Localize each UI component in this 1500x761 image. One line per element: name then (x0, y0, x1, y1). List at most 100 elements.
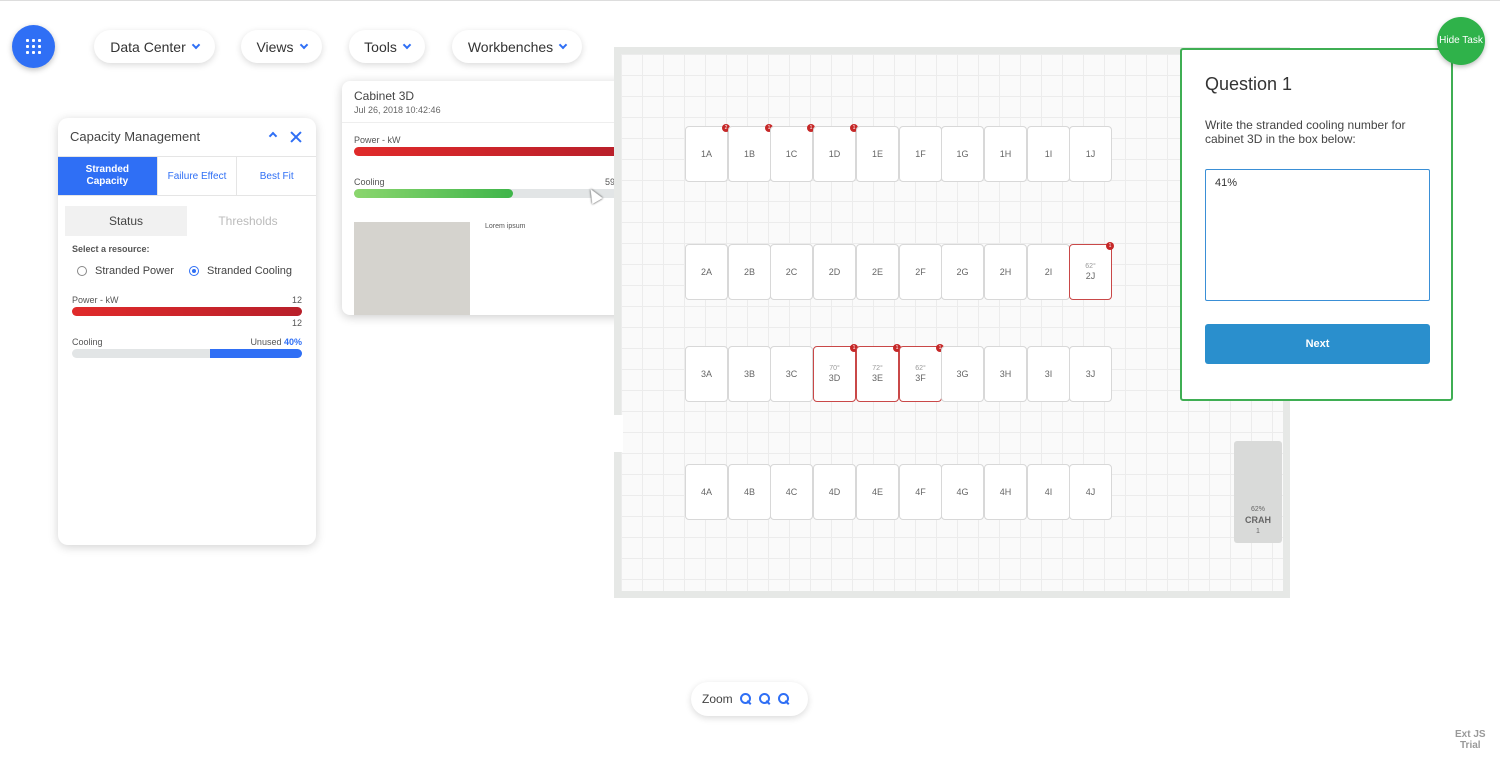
rack-temperature: 62° (1085, 263, 1096, 270)
rack-1j[interactable]: 1J (1069, 126, 1112, 182)
rack-2g[interactable]: 2G (941, 244, 984, 300)
rack-2d[interactable]: 2D (813, 244, 856, 300)
rack-2i[interactable]: 2I (1027, 244, 1070, 300)
rack-label: 4H (999, 487, 1012, 497)
crah-unit[interactable]: 62% CRAH 1 (1234, 441, 1282, 543)
collapse-icon[interactable] (268, 131, 278, 141)
nav-workbenches[interactable]: Workbenches (452, 30, 582, 63)
power-value: 12 (291, 295, 302, 305)
rack-2f[interactable]: 2F (899, 244, 942, 300)
rack-label: 3B (743, 369, 755, 379)
rack-4d[interactable]: 4D (813, 464, 856, 520)
rack-label: 4E (871, 487, 883, 497)
rack-label: 4G (956, 487, 969, 497)
radio-icon (77, 266, 87, 276)
rack-1g[interactable]: 1G (941, 126, 984, 182)
cabinet-cooling-fill (354, 189, 514, 198)
rack-2a[interactable]: 2A (685, 244, 728, 300)
rack-2e[interactable]: 2E (856, 244, 899, 300)
rack-1h[interactable]: 1H (984, 126, 1027, 182)
rack-3j[interactable]: 3J (1069, 346, 1112, 402)
zoom-out-icon[interactable] (758, 693, 771, 705)
rack-3b[interactable]: 3B (728, 346, 771, 402)
rack-3h[interactable]: 3H (984, 346, 1027, 402)
rack-3e[interactable]: 72° 3E 1 (856, 344, 901, 402)
segment-status[interactable]: Status (65, 206, 187, 236)
rack-label: 2A (700, 267, 712, 277)
rack-4j[interactable]: 4J (1069, 464, 1112, 520)
rack-1i[interactable]: 1I (1027, 126, 1070, 182)
rack-4g[interactable]: 4G (941, 464, 984, 520)
rack-label: 2J (1085, 271, 1096, 281)
rack-4e[interactable]: 4E (856, 464, 899, 520)
rack-temperature: 70° (829, 365, 840, 372)
power-sub-value: 12 (291, 318, 302, 328)
cooling-label: Cooling (72, 337, 103, 347)
rack-3c[interactable]: 3C (770, 346, 813, 402)
rack-2j[interactable]: 62° 2J 1 (1069, 242, 1114, 300)
cabinet-popup: Cabinet 3D Jul 26, 2018 10:42:46 Power -… (342, 81, 650, 315)
power-bar-fill (72, 307, 302, 316)
rack-3a[interactable]: 3A (685, 346, 728, 402)
rack-4a[interactable]: 4A (685, 464, 728, 520)
rack-1a[interactable]: 1A 2 (685, 124, 730, 182)
rack-label: 1G (956, 149, 969, 159)
rack-label: 1D (828, 149, 841, 159)
rack-label: 3E (871, 373, 883, 383)
rack-1c[interactable]: 1C 1 (770, 124, 815, 182)
rack-3f[interactable]: 62° 3F 1 (899, 344, 944, 402)
tab-failure-effect[interactable]: Failure Effect (158, 157, 238, 195)
rack-label: 1B (743, 149, 755, 159)
hide-task-button[interactable]: Hide Task (1437, 17, 1485, 65)
rack-temperature: 72° (872, 365, 883, 372)
radio-stranded-cooling[interactable]: Stranded Cooling (189, 265, 292, 277)
rack-label: 2F (915, 267, 926, 277)
rack-label: 4D (828, 487, 841, 497)
radio-stranded-power-label: Stranded Power (95, 265, 174, 277)
next-button[interactable]: Next (1205, 324, 1430, 364)
tab-best-fit[interactable]: Best Fit (237, 157, 316, 195)
answer-input[interactable]: 41% (1205, 169, 1430, 301)
rack-2c[interactable]: 2C (770, 244, 813, 300)
app-menu-button[interactable] (12, 25, 55, 68)
rack-1f[interactable]: 1F (899, 126, 942, 182)
rack-1d[interactable]: 1D 1 (813, 124, 858, 182)
rack-3g[interactable]: 3G (941, 346, 984, 402)
nav-data-center[interactable]: Data Center (94, 30, 215, 63)
rack-label: 3A (700, 369, 712, 379)
rack-label: 1I (1044, 149, 1053, 159)
segment-thresholds[interactable]: Thresholds (187, 206, 309, 236)
cabinet-power-label: Power - kW (354, 135, 401, 145)
nav-workbenches-label: Workbenches (467, 38, 554, 55)
rack-label: 2G (956, 267, 969, 277)
tab-stranded-capacity[interactable]: Stranded Capacity (58, 157, 158, 195)
rack-1e[interactable]: 1E (856, 126, 899, 182)
rack-4b[interactable]: 4B (728, 464, 771, 520)
rack-4h[interactable]: 4H (984, 464, 1027, 520)
rack-2h[interactable]: 2H (984, 244, 1027, 300)
rack-label: 3C (785, 369, 798, 379)
rack-3i[interactable]: 3I (1027, 346, 1070, 402)
close-icon[interactable] (290, 131, 302, 143)
nav-views-label: Views (256, 38, 294, 55)
rack-label: 4J (1085, 487, 1096, 497)
chevron-down-icon (299, 40, 308, 49)
radio-stranded-power[interactable]: Stranded Power (77, 265, 174, 277)
rack-label: 4I (1044, 487, 1053, 497)
extjs-watermark: Ext JS Trial (1455, 729, 1486, 751)
cabinet-date: Jul 26, 2018 10:42:46 (354, 105, 441, 115)
rack-4f[interactable]: 4F (899, 464, 942, 520)
rack-label: 3F (915, 373, 926, 383)
zoom-reset-icon[interactable] (777, 693, 790, 705)
rack-2b[interactable]: 2B (728, 244, 771, 300)
question-panel: Question 1 Write the stranded cooling nu… (1180, 48, 1453, 401)
rack-label: 4A (700, 487, 712, 497)
nav-tools[interactable]: Tools (349, 30, 425, 63)
nav-data-center-label: Data Center (110, 38, 186, 55)
rack-1b[interactable]: 1B 1 (728, 124, 773, 182)
zoom-in-icon[interactable] (739, 693, 752, 705)
rack-3d[interactable]: 70° 3D 1 (813, 344, 858, 402)
rack-4c[interactable]: 4C (770, 464, 813, 520)
nav-views[interactable]: Views (241, 30, 322, 63)
rack-4i[interactable]: 4I (1027, 464, 1070, 520)
